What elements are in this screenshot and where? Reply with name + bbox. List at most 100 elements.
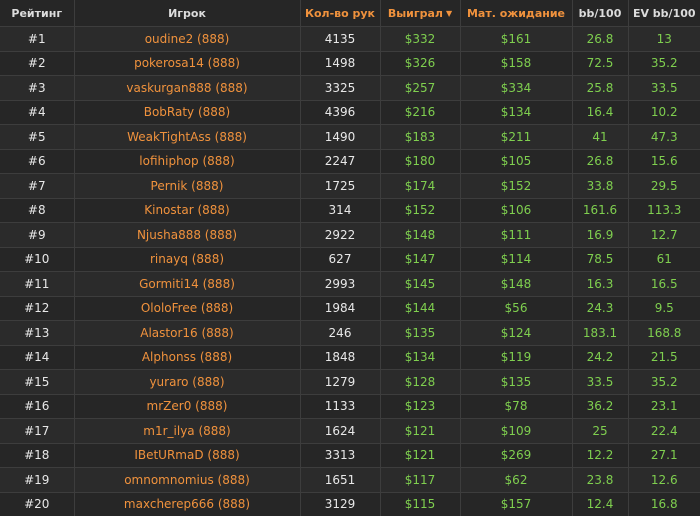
table-row: #16 mrZer0 (888) 1133 $123 $78 36.2 23.1 bbox=[0, 393, 700, 419]
rank-cell: #8 bbox=[0, 197, 75, 223]
col-header-ev-bb100-label: EV bb/100 bbox=[632, 6, 696, 20]
col-header-ev-label: Мат. ожидание bbox=[466, 6, 566, 20]
ev-cell: $158 bbox=[460, 50, 573, 76]
col-header-ev-bb100[interactable]: EV bb/100 bbox=[628, 0, 700, 27]
table-row: #8 Kinostar (888) 314 $152 $106 161.6 113.3 bbox=[0, 197, 700, 223]
bb100-cell: 23.8 bbox=[572, 467, 629, 492]
hands-cell: 1725 bbox=[300, 173, 381, 198]
rank-cell: #6 bbox=[0, 148, 75, 174]
col-header-player[interactable]: Игрок bbox=[74, 0, 301, 27]
table-row: #7 Pernik (888) 1725 $174 $152 33.8 29.5 bbox=[0, 173, 700, 198]
table-row: #15 yuraro (888) 1279 $128 $135 33.5 35.2 bbox=[0, 369, 700, 394]
hands-cell: 1279 bbox=[300, 369, 381, 394]
player-link[interactable]: mrZer0 (888) bbox=[74, 393, 301, 419]
player-link[interactable]: maxcherep666 (888) bbox=[74, 491, 301, 516]
hands-cell: 1624 bbox=[300, 418, 381, 443]
player-link[interactable]: Njusha888 (888) bbox=[74, 222, 301, 247]
table-row: #20 maxcherep666 (888) 3129 $115 $157 12.4 16.… bbox=[0, 491, 700, 516]
won-cell: $115 bbox=[380, 491, 461, 516]
player-link[interactable]: IBetURmaD (888) bbox=[74, 442, 301, 468]
player-link[interactable]: WeakTightAss (888) bbox=[74, 124, 301, 149]
won-cell: $257 bbox=[380, 75, 461, 100]
ev-cell: $106 bbox=[460, 197, 573, 223]
ev-bb100-cell: 10.2 bbox=[628, 99, 700, 125]
player-link[interactable]: BobRaty (888) bbox=[74, 99, 301, 125]
sort-desc-icon: ▼ bbox=[445, 8, 453, 18]
ev-cell: $78 bbox=[460, 393, 573, 419]
bb100-cell: 26.8 bbox=[572, 26, 629, 51]
player-link[interactable]: oudine2 (888) bbox=[74, 26, 301, 51]
player-link[interactable]: Alphonss (888) bbox=[74, 344, 301, 370]
ev-cell: $56 bbox=[460, 295, 573, 321]
hands-cell: 1848 bbox=[300, 344, 381, 370]
player-link[interactable]: lofihiphop (888) bbox=[74, 148, 301, 174]
col-header-bb100[interactable]: bb/100 bbox=[572, 0, 629, 27]
bb100-cell: 25 bbox=[572, 418, 629, 443]
player-link[interactable]: vaskurgan888 (888) bbox=[74, 75, 301, 100]
col-header-rank[interactable]: Рейтинг bbox=[0, 0, 75, 27]
table-row: #18 IBetURmaD (888) 3313 $121 $269 12.2 27.1 bbox=[0, 442, 700, 468]
col-header-ev[interactable]: Мат. ожидание bbox=[460, 0, 573, 27]
player-link[interactable]: Gormiti14 (888) bbox=[74, 271, 301, 296]
won-cell: $147 bbox=[380, 246, 461, 272]
player-link[interactable]: Alastor16 (888) bbox=[74, 320, 301, 345]
ev-bb100-cell: 16.5 bbox=[628, 271, 700, 296]
player-link[interactable]: Pernik (888) bbox=[74, 173, 301, 198]
bb100-cell: 12.4 bbox=[572, 491, 629, 516]
rank-cell: #17 bbox=[0, 418, 75, 443]
rank-cell: #7 bbox=[0, 173, 75, 198]
player-link[interactable]: m1r_ilya (888) bbox=[74, 418, 301, 443]
ev-bb100-cell: 22.4 bbox=[628, 418, 700, 443]
col-header-rank-label: Рейтинг bbox=[11, 6, 63, 20]
ev-bb100-cell: 35.2 bbox=[628, 369, 700, 394]
bb100-cell: 26.8 bbox=[572, 148, 629, 174]
rank-cell: #5 bbox=[0, 124, 75, 149]
player-link[interactable]: Kinostar (888) bbox=[74, 197, 301, 223]
player-link[interactable]: omnomnomius (888) bbox=[74, 467, 301, 492]
ev-cell: $109 bbox=[460, 418, 573, 443]
rank-cell: #1 bbox=[0, 26, 75, 51]
ev-cell: $269 bbox=[460, 442, 573, 468]
col-header-hands[interactable]: Кол-во рук bbox=[300, 0, 381, 27]
hands-cell: 627 bbox=[300, 246, 381, 272]
hands-cell: 3129 bbox=[300, 491, 381, 516]
ev-cell: $119 bbox=[460, 344, 573, 370]
table-row: #6 lofihiphop (888) 2247 $180 $105 26.8 15.6 bbox=[0, 148, 700, 174]
ev-cell: $114 bbox=[460, 246, 573, 272]
rank-cell: #14 bbox=[0, 344, 75, 370]
rank-cell: #13 bbox=[0, 320, 75, 345]
bb100-cell: 24.3 bbox=[572, 295, 629, 321]
won-cell: $144 bbox=[380, 295, 461, 321]
col-header-won[interactable]: Выиграл ▼ bbox=[380, 0, 461, 27]
player-link[interactable]: pokerosa14 (888) bbox=[74, 50, 301, 76]
rank-cell: #4 bbox=[0, 99, 75, 125]
hands-cell: 2993 bbox=[300, 271, 381, 296]
won-cell: $148 bbox=[380, 222, 461, 247]
table-row: #12 OloloFree (888) 1984 $144 $56 24.3 9.5 bbox=[0, 295, 700, 321]
rank-cell: #11 bbox=[0, 271, 75, 296]
player-link[interactable]: rinayq (888) bbox=[74, 246, 301, 272]
table-row: #11 Gormiti14 (888) 2993 $145 $148 16.3 16.5 bbox=[0, 271, 700, 296]
player-link[interactable]: yuraro (888) bbox=[74, 369, 301, 394]
won-cell: $123 bbox=[380, 393, 461, 419]
col-header-hands-label: Кол-во рук bbox=[304, 6, 376, 20]
hands-cell: 2247 bbox=[300, 148, 381, 174]
hands-cell: 1490 bbox=[300, 124, 381, 149]
hands-cell: 2922 bbox=[300, 222, 381, 247]
won-cell: $135 bbox=[380, 320, 461, 345]
ev-cell: $105 bbox=[460, 148, 573, 174]
player-link[interactable]: OloloFree (888) bbox=[74, 295, 301, 321]
table-row: #14 Alphonss (888) 1848 $134 $119 24.2 21.5 bbox=[0, 344, 700, 370]
table-row: #5 WeakTightAss (888) 1490 $183 $211 41 47.3 bbox=[0, 124, 700, 149]
bb100-cell: 33.5 bbox=[572, 369, 629, 394]
ev-bb100-cell: 47.3 bbox=[628, 124, 700, 149]
hands-cell: 4135 bbox=[300, 26, 381, 51]
ev-cell: $135 bbox=[460, 369, 573, 394]
hands-cell: 1498 bbox=[300, 50, 381, 76]
ev-bb100-cell: 9.5 bbox=[628, 295, 700, 321]
ev-cell: $161 bbox=[460, 26, 573, 51]
ev-bb100-cell: 168.8 bbox=[628, 320, 700, 345]
hands-cell: 246 bbox=[300, 320, 381, 345]
ev-bb100-cell: 23.1 bbox=[628, 393, 700, 419]
leaderboard-table: Рейтинг Игрок Кол-во рук Выиграл ▼ Мат. о… bbox=[0, 0, 700, 516]
